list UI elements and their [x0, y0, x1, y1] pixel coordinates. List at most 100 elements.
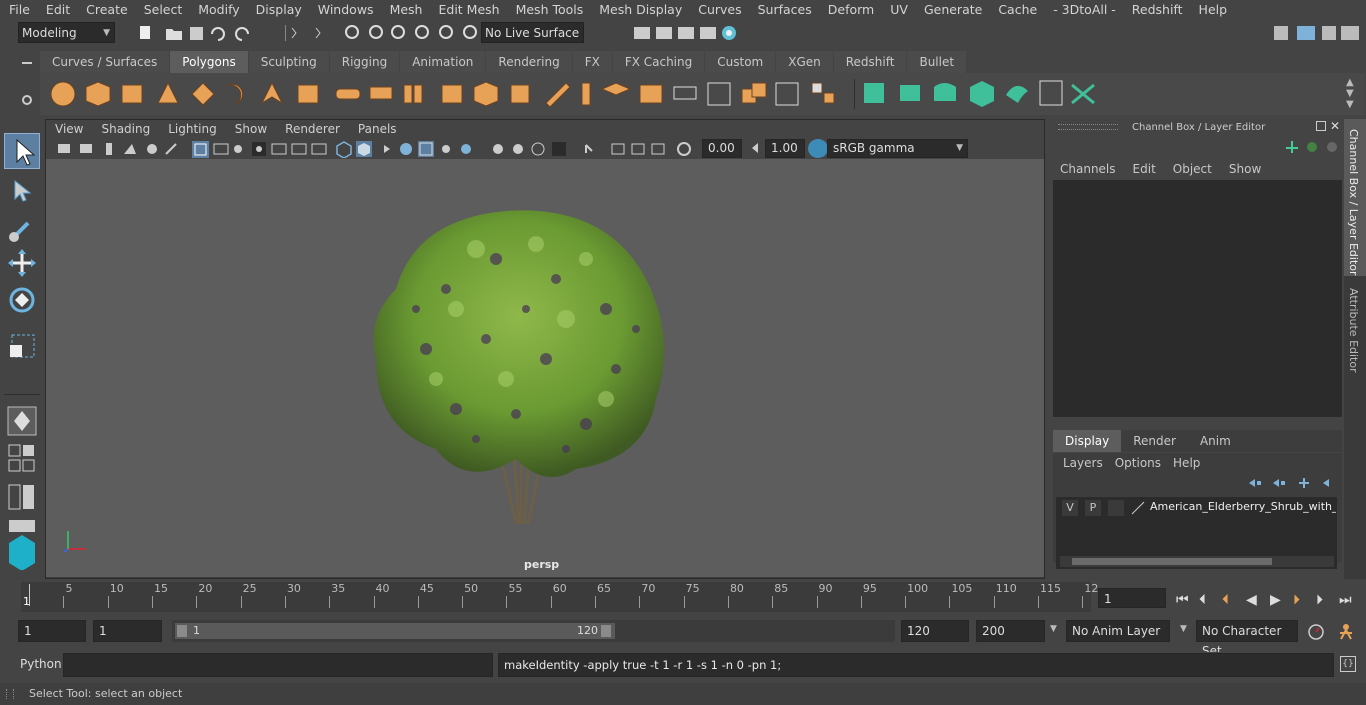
layer-row[interactable]: V P American_Elderberry_Shrub_with_Ber — [1058, 499, 1336, 517]
play-forward-icon[interactable]: ▶ — [1270, 592, 1281, 608]
color-management-icon[interactable] — [808, 139, 828, 158]
range-end-grip[interactable] — [601, 625, 611, 637]
tab-animation[interactable]: Animation — [400, 51, 486, 73]
menu-curves[interactable]: Curves — [689, 0, 748, 20]
go-to-end-icon[interactable]: ⏭ — [1339, 592, 1352, 608]
tab-redshift[interactable]: Redshift — [833, 51, 907, 73]
menu-create[interactable]: Create — [77, 0, 135, 20]
range-slider-handle[interactable]: 1 120 — [175, 623, 615, 639]
layer-scrollbar[interactable] — [1060, 556, 1334, 567]
gamma-field[interactable]: 1.00 — [765, 139, 805, 158]
layer-tab-anim[interactable]: Anim — [1188, 430, 1243, 452]
go-to-start-icon[interactable]: ⏮ — [1176, 592, 1189, 608]
select-tool-button[interactable] — [4, 133, 40, 169]
layer-visibility-toggle[interactable]: V — [1062, 500, 1078, 516]
tab-xgen[interactable]: XGen — [776, 51, 833, 73]
layer-tab-render[interactable]: Render — [1121, 430, 1188, 452]
layer-playback-toggle[interactable]: P — [1085, 500, 1101, 516]
live-surface-field[interactable]: No Live Surface — [481, 22, 584, 43]
step-back-frame-icon[interactable]: ⏴ — [1222, 592, 1229, 608]
menu-select[interactable]: Select — [135, 0, 190, 20]
layer-list[interactable]: V P American_Elderberry_Shrub_with_Ber — [1056, 497, 1337, 569]
tab-bullet[interactable]: Bullet — [907, 51, 967, 73]
anim-layer-dropdown[interactable]: No Anim Layer — [1066, 620, 1170, 642]
menu-uv[interactable]: UV — [881, 0, 915, 20]
layer-color-icon[interactable] — [1130, 500, 1146, 516]
tab-curves-surfaces[interactable]: Curves / Surfaces — [40, 51, 170, 73]
script-language-label[interactable]: Python — [20, 657, 62, 671]
menu-mesh[interactable]: Mesh — [381, 0, 430, 20]
viewport-menu-shading[interactable]: Shading — [92, 122, 159, 136]
channel-menu-object[interactable]: Object — [1173, 162, 1229, 176]
viewport-menu-lighting[interactable]: Lighting — [159, 122, 226, 136]
menu-generate[interactable]: Generate — [915, 0, 989, 20]
channel-menu-show[interactable]: Show — [1229, 162, 1261, 176]
side-tab-channel-box[interactable]: Channel Box / Layer Editor — [1344, 119, 1366, 276]
layer-type-toggle[interactable] — [1108, 500, 1124, 516]
step-forward-key-icon[interactable]: ⏵ — [1316, 592, 1323, 608]
menu-file[interactable]: File — [0, 0, 37, 20]
color-space-dropdown[interactable]: sRGB gamma ▼ — [827, 139, 968, 158]
menu-mesh-display[interactable]: Mesh Display — [590, 0, 689, 20]
shelf-scroll-arrows[interactable]: ▲ ▼ ▼ — [1346, 77, 1354, 110]
exposure-field[interactable]: 0.00 — [702, 139, 742, 158]
viewport-menu-view[interactable]: View — [46, 122, 92, 136]
chevron-down-icon[interactable]: ▼ — [1180, 624, 1187, 634]
play-backward-icon[interactable]: ◀ — [1246, 592, 1257, 608]
viewport-tool-icons[interactable] — [54, 140, 694, 158]
menu-3dtoall[interactable]: - 3DtoAll - — [1044, 0, 1123, 20]
layer-menu-layers[interactable]: Layers — [1063, 456, 1115, 470]
step-forward-frame-icon[interactable]: ⏵ — [1293, 592, 1300, 608]
transform-tools[interactable] — [6, 175, 38, 395]
menu-edit[interactable]: Edit — [37, 0, 77, 20]
layer-tab-display[interactable]: Display — [1053, 430, 1122, 452]
viewport-menu-panels[interactable]: Panels — [349, 122, 406, 136]
menu-help[interactable]: Help — [1190, 0, 1235, 20]
viewport-canvas[interactable]: persp — [46, 159, 1044, 577]
side-tab-attribute-editor[interactable]: Attribute Editor — [1344, 284, 1366, 374]
menu-deform[interactable]: Deform — [819, 0, 881, 20]
command-input[interactable] — [63, 653, 493, 677]
channel-box-icons[interactable] — [1284, 139, 1344, 155]
channel-list[interactable] — [1053, 180, 1342, 417]
start-time-field[interactable]: 1 — [18, 620, 86, 642]
panel-grip[interactable] — [1058, 124, 1118, 130]
layer-action-icons[interactable] — [1243, 476, 1338, 490]
viewport-menu-renderer[interactable]: Renderer — [276, 122, 349, 136]
current-frame-field[interactable]: 1 — [1098, 588, 1166, 608]
tab-fx-caching[interactable]: FX Caching — [612, 51, 705, 73]
layer-menu-help[interactable]: Help — [1173, 456, 1200, 470]
tab-custom[interactable]: Custom — [705, 51, 776, 73]
viewport-menu-show[interactable]: Show — [226, 122, 276, 136]
step-back-key-icon[interactable]: ⏴ — [1199, 592, 1206, 608]
current-time-indicator[interactable] — [29, 584, 30, 606]
menu-modify[interactable]: Modify — [189, 0, 246, 20]
menu-windows[interactable]: Windows — [309, 0, 381, 20]
menu-edit-mesh[interactable]: Edit Mesh — [429, 0, 506, 20]
scrollbar-thumb[interactable] — [1072, 558, 1272, 565]
channel-menu-channels[interactable]: Channels — [1060, 162, 1133, 176]
tab-fx[interactable]: FX — [572, 51, 612, 73]
playback-end-field[interactable]: 120 — [901, 620, 969, 642]
mode-dropdown[interactable]: Modeling ▼ — [18, 22, 115, 43]
shelf-options[interactable] — [18, 51, 38, 113]
script-editor-icon[interactable]: {} — [1340, 656, 1356, 672]
playback-start-field[interactable]: 1 — [93, 620, 162, 642]
close-icon[interactable]: ✕ — [1330, 119, 1340, 133]
tab-sculpting[interactable]: Sculpting — [248, 51, 329, 73]
menu-mesh-tools[interactable]: Mesh Tools — [507, 0, 591, 20]
chevron-down-icon[interactable]: ▼ — [1050, 624, 1057, 634]
channel-menu-edit[interactable]: Edit — [1133, 162, 1173, 176]
character-set-dropdown[interactable]: No Character Set — [1196, 620, 1298, 658]
range-extra-icons[interactable] — [1306, 622, 1360, 642]
menu-display[interactable]: Display — [247, 0, 309, 20]
tab-rigging[interactable]: Rigging — [329, 51, 400, 73]
menu-redshift[interactable]: Redshift — [1123, 0, 1190, 20]
float-icon[interactable] — [1316, 121, 1326, 131]
tab-rendering[interactable]: Rendering — [486, 51, 572, 73]
tab-polygons[interactable]: Polygons — [170, 51, 248, 73]
range-slider-track[interactable]: 1 120 — [172, 620, 895, 642]
layer-menu-options[interactable]: Options — [1115, 456, 1173, 470]
menu-cache[interactable]: Cache — [989, 0, 1044, 20]
range-start-grip[interactable] — [177, 625, 187, 637]
